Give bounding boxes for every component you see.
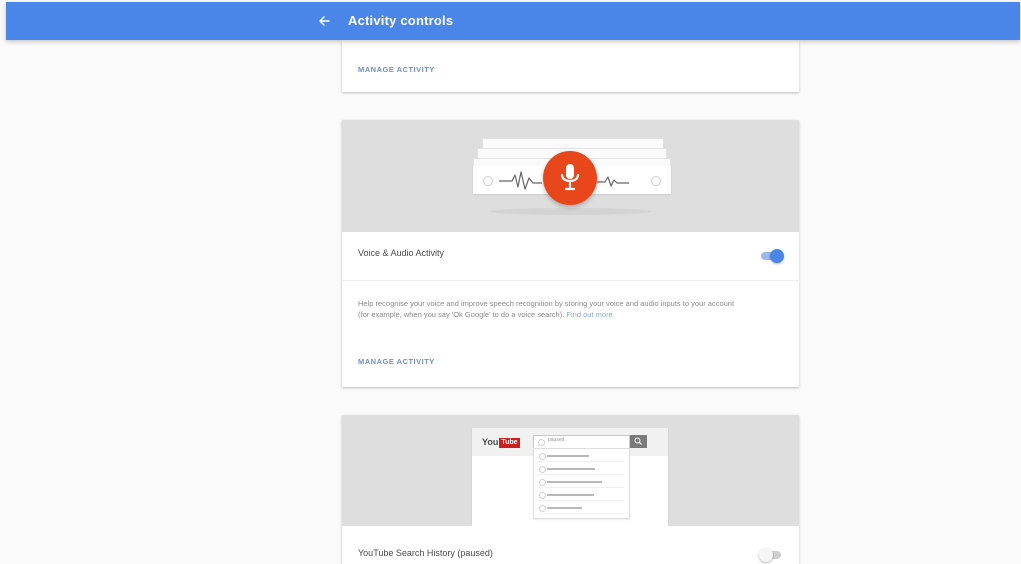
activity-card-partial: MANAGE ACTIVITY	[342, 40, 799, 92]
youtube-logo-tube: Tube	[499, 437, 520, 448]
suggestion-text-placeholder	[547, 468, 595, 470]
description-text: Help recognise your voice and improve sp…	[358, 299, 735, 319]
toggle-thumb	[759, 548, 773, 562]
suggestion-row[interactable]	[538, 491, 624, 501]
app-bar: Activity controls	[6, 2, 1020, 40]
manage-activity-link[interactable]: MANAGE ACTIVITY	[358, 357, 435, 366]
voice-audio-toggle[interactable]	[759, 249, 784, 263]
back-button[interactable]	[314, 11, 334, 31]
search-icon	[634, 437, 642, 445]
suggestion-row[interactable]	[538, 504, 624, 514]
search-query: paused	[548, 437, 565, 443]
suggestion-row[interactable]	[538, 465, 624, 475]
activity-controls-page: Activity controls MANAGE ACTIVITY Voice …	[0, 0, 1021, 564]
microphone-icon	[560, 164, 580, 191]
clock-icon	[539, 453, 546, 460]
voice-audio-description: Help recognise your voice and improve sp…	[358, 298, 738, 320]
arrow-left-icon	[319, 16, 330, 26]
setting-title: YouTube Search History (paused)	[358, 548, 493, 558]
clock-icon	[539, 479, 546, 486]
microphone-button	[543, 151, 597, 205]
manage-activity-link[interactable]: MANAGE ACTIVITY	[358, 65, 435, 74]
clock-icon	[538, 439, 545, 446]
youtube-suggestion-list	[533, 448, 630, 519]
youtube-search-history-row[interactable]: YouTube Search History (paused)	[342, 526, 799, 564]
shadow	[490, 208, 652, 215]
toggle-thumb	[770, 249, 784, 263]
clock-icon	[539, 505, 546, 512]
youtube-search-history-card: You Tube paused YouTube Search History (…	[342, 415, 799, 564]
youtube-search-mock: You Tube paused	[472, 428, 668, 526]
youtube-search-history-toggle[interactable]	[759, 548, 783, 562]
youtube-search-input[interactable]: paused	[533, 435, 630, 449]
suggestion-row[interactable]	[538, 478, 624, 488]
find-out-more-link[interactable]: Find out more	[566, 310, 612, 319]
page-title: Activity controls	[348, 13, 454, 28]
suggestion-text-placeholder	[547, 494, 594, 496]
voice-audio-setting-row[interactable]: Voice & Audio Activity	[342, 232, 799, 281]
youtube-search-button[interactable]	[630, 435, 647, 448]
suggestion-row[interactable]	[538, 452, 624, 462]
youtube-logo-you: You	[482, 437, 499, 447]
voice-audio-illustration	[342, 120, 799, 232]
youtube-search-illustration: You Tube paused	[342, 415, 799, 526]
suggestion-text-placeholder	[547, 455, 589, 457]
voice-audio-activity-card: Voice & Audio Activity Help recognise yo…	[342, 120, 799, 387]
youtube-logo: You Tube	[482, 437, 520, 448]
suggestion-text-placeholder	[547, 507, 582, 509]
clock-icon	[539, 466, 546, 473]
suggestion-text-placeholder	[547, 481, 602, 483]
clock-icon	[539, 492, 546, 499]
setting-title: Voice & Audio Activity	[358, 248, 445, 258]
